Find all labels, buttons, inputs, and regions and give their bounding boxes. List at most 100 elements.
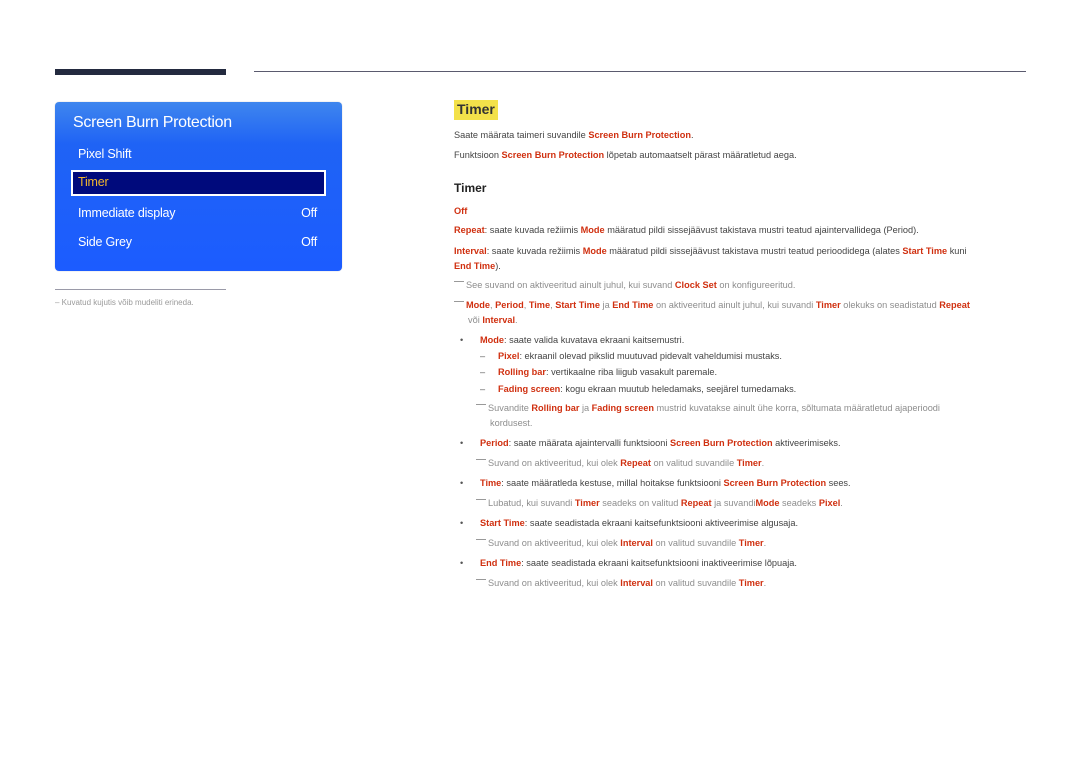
fading-screen-desc: Fading screen: kogu ekraan muutub heleda…: [498, 384, 796, 396]
text: kuni: [947, 246, 967, 256]
highlight: Repeat: [680, 498, 712, 508]
highlight: Screen Burn Protection: [669, 438, 773, 448]
bullet-icon: •: [460, 478, 464, 488]
text: : saate seadistada ekraani kaitsefunktsi…: [521, 558, 797, 568]
text: seadeks: [779, 498, 819, 508]
highlight: Pixel: [498, 351, 520, 361]
text: mustrid kuvatakse ainult ühe korra, sõlt…: [653, 403, 940, 413]
rolling-bar-desc: Rolling bar: vertikaalne riba liigub vas…: [498, 367, 717, 379]
highlight: Repeat: [454, 225, 485, 235]
text: : vertikaalne riba liigub vasakult parem…: [545, 367, 718, 377]
start-time-desc: Start Time: saate seadistada ekraani kai…: [480, 518, 798, 530]
highlight: Interval: [620, 578, 653, 588]
note-icon: [454, 281, 464, 283]
text: .: [761, 458, 765, 468]
osd-item-label: Pixel Shift: [78, 147, 132, 161]
text: on valitud suvandile: [652, 538, 739, 548]
text: või: [468, 315, 483, 325]
osd-title: Screen Burn Protection: [73, 114, 232, 131]
dash-icon: –: [480, 351, 486, 361]
text: .: [515, 315, 518, 325]
highlight: Rolling bar: [498, 367, 546, 377]
highlight: Screen Burn Protection: [588, 130, 691, 140]
pixel-desc: Pixel: ekraanil olevad pikslid muutuvad …: [498, 351, 782, 363]
text: : saate kuvada režiimis: [486, 246, 583, 256]
osd-item-immediate-display[interactable]: Immediate display Off: [71, 201, 326, 227]
heading-timer: Timer: [454, 100, 498, 120]
note-icon: [476, 459, 486, 461]
repeat-desc: Repeat: saate kuvada režiimis Mode määra…: [454, 225, 919, 237]
text: on konfigureeritud.: [716, 280, 796, 290]
intro-line-1: Saate määrata taimeri suvandile Screen B…: [454, 130, 694, 142]
note-icon: [454, 301, 464, 303]
text: Suvand on aktiveeritud, kui olek: [488, 538, 621, 548]
footnote-text: – Kuvatud kujutis võib mudeliti erineda.: [55, 298, 194, 307]
bullet-icon: •: [460, 438, 464, 448]
osd-item-label: Side Grey: [78, 235, 132, 249]
osd-item-label: Timer: [78, 175, 109, 189]
highlight: Screen Burn Protection: [501, 150, 605, 160]
text: : saate kuvada režiimis: [484, 225, 581, 235]
text: on valitud suvandile: [652, 578, 739, 588]
text: : saate määratleda kestuse, millal hoita…: [501, 478, 724, 488]
text: Suvand on aktiveeritud, kui olek: [488, 458, 621, 468]
text: ja: [579, 403, 592, 413]
intro-line-2: Funktsioon Screen Burn Protection lõpeta…: [454, 150, 797, 162]
highlight: Timer: [736, 458, 762, 468]
text: ).: [495, 261, 501, 271]
highlight: Repeat: [620, 458, 651, 468]
osd-item-value: Off: [301, 235, 317, 249]
header-divider: [254, 71, 1026, 72]
highlight: Period: [480, 438, 509, 448]
note-start-time: Suvand on aktiveeritud, kui olek Interva…: [476, 538, 766, 550]
osd-item-pixel-shift[interactable]: Pixel Shift: [71, 142, 326, 168]
interval-desc-cont: End Time).: [454, 261, 501, 273]
note-icon: [476, 579, 486, 581]
highlight: Clock Set: [674, 280, 717, 290]
period-desc: Period: saate määrata ajaintervalli funk…: [480, 438, 841, 450]
note-time: Lubatud, kui suvandi Timer seadeks on va…: [476, 498, 843, 510]
highlight: Timer: [738, 538, 764, 548]
option-off: Off: [454, 206, 468, 216]
highlight: Timer: [574, 498, 600, 508]
highlight: Fading screen: [498, 384, 561, 394]
text: .: [763, 578, 767, 588]
section-heading: Timer: [454, 100, 498, 120]
highlight: Screen Burn Protection: [723, 478, 827, 488]
note-period: Suvand on aktiveeritud, kui olek Repeat …: [476, 458, 764, 470]
osd-item-label: Immediate display: [78, 206, 176, 220]
text: määratud pildi sissejäävust takistava mu…: [606, 246, 903, 256]
text: Saate määrata taimeri suvandile: [454, 130, 589, 140]
highlight: Period: [495, 300, 524, 310]
osd-menu-screen-burn-protection: Screen Burn Protection Pixel Shift Timer…: [55, 102, 342, 271]
text: : ekraanil olevad pikslid muutuvad pidev…: [519, 351, 782, 361]
time-desc: Time: saate määratleda kestuse, millal h…: [480, 478, 851, 490]
highlight: Start Time: [555, 300, 600, 310]
highlight: Mode: [466, 300, 490, 310]
note-active-options: Mode, Period, Time, Start Time ja End Ti…: [454, 300, 970, 312]
subheading-timer: Timer: [454, 181, 487, 195]
dash-icon: –: [480, 384, 486, 394]
highlight: Time: [480, 478, 502, 488]
text: See suvand on aktiveeritud ainult juhul,…: [466, 280, 675, 290]
text: Funktsioon: [454, 150, 502, 160]
osd-item-side-grey[interactable]: Side Grey Off: [71, 230, 326, 256]
text: määratud pildi sissejäävust takistava mu…: [604, 225, 919, 235]
mode-desc: Mode: saate valida kuvatava ekraani kait…: [480, 335, 684, 347]
highlight: Mode: [755, 498, 780, 508]
text: on valitud suvandile: [650, 458, 737, 468]
text: : saate määrata ajaintervalli funktsioon…: [508, 438, 670, 448]
osd-item-timer[interactable]: Timer: [71, 170, 326, 196]
highlight: End Time: [480, 558, 522, 568]
highlight: End Time: [454, 261, 496, 271]
text: .: [840, 498, 843, 508]
text: : saate valida kuvatava ekraani kaitsemu…: [504, 335, 685, 345]
text: sees.: [826, 478, 851, 488]
osd-item-value: Off: [301, 206, 317, 220]
text: aktiveerimiseks.: [772, 438, 841, 448]
highlight: Mode: [582, 246, 607, 256]
text: olekuks on seadistatud: [840, 300, 940, 310]
highlight: Pixel: [818, 498, 841, 508]
text: .: [763, 538, 767, 548]
highlight: Start Time: [480, 518, 525, 528]
